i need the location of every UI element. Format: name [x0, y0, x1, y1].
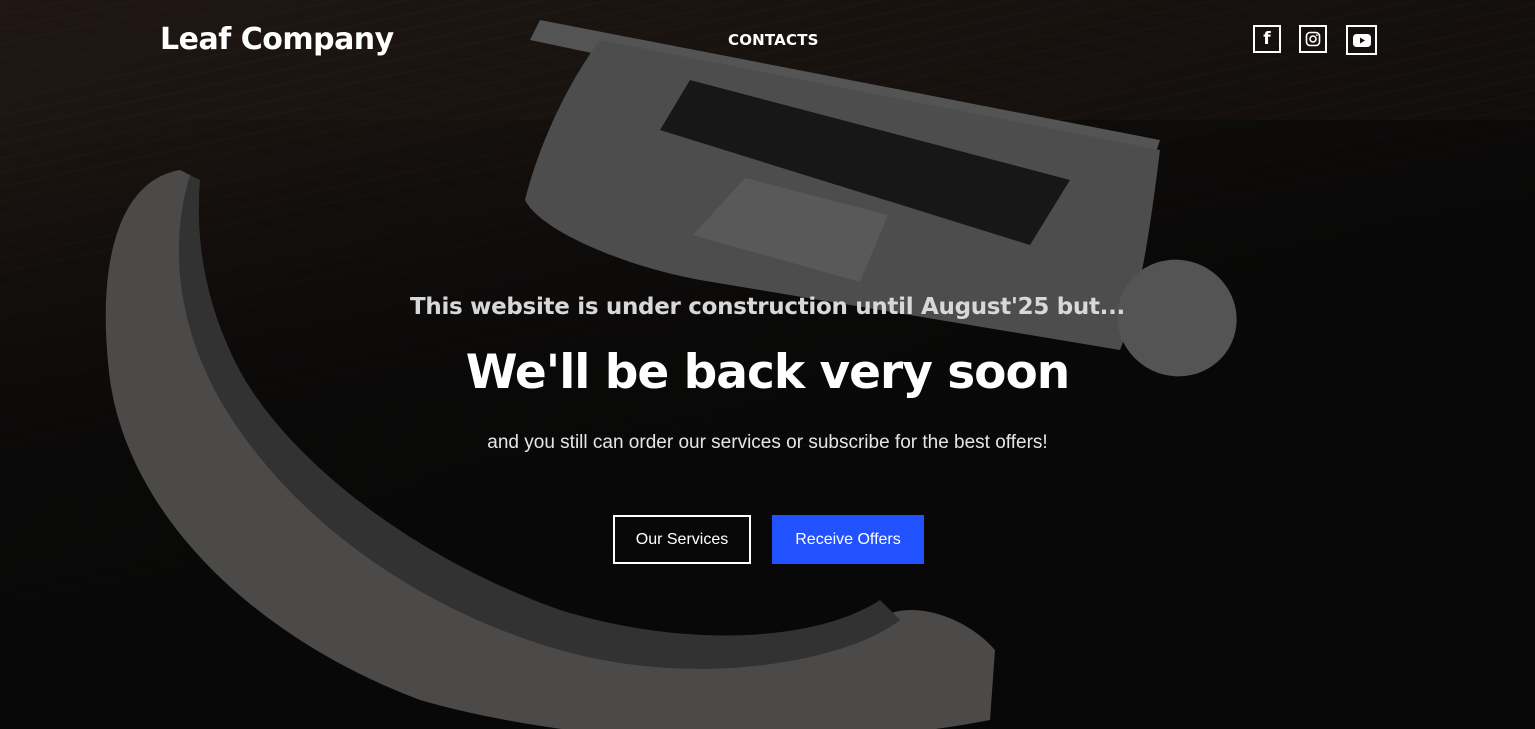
- nav-contacts-link[interactable]: CONTACTS: [728, 31, 819, 49]
- our-services-button[interactable]: Our Services: [613, 515, 751, 564]
- receive-offers-button[interactable]: Receive Offers: [772, 515, 924, 564]
- site-header: Leaf Company CONTACTS f: [0, 0, 1535, 80]
- hero-title: We'll be back very soon: [465, 345, 1070, 400]
- youtube-icon: [1352, 33, 1371, 47]
- page: Leaf Company CONTACTS f This website is …: [0, 0, 1535, 729]
- facebook-icon: f: [1263, 28, 1271, 49]
- site-logo[interactable]: Leaf Company: [160, 22, 394, 57]
- hero-description: and you still can order our services or …: [487, 432, 1048, 453]
- youtube-link[interactable]: [1346, 25, 1377, 55]
- facebook-link[interactable]: f: [1253, 25, 1281, 53]
- instagram-link[interactable]: [1299, 25, 1327, 53]
- hero-subtitle: This website is under construction until…: [410, 294, 1125, 320]
- instagram-icon: [1305, 31, 1321, 47]
